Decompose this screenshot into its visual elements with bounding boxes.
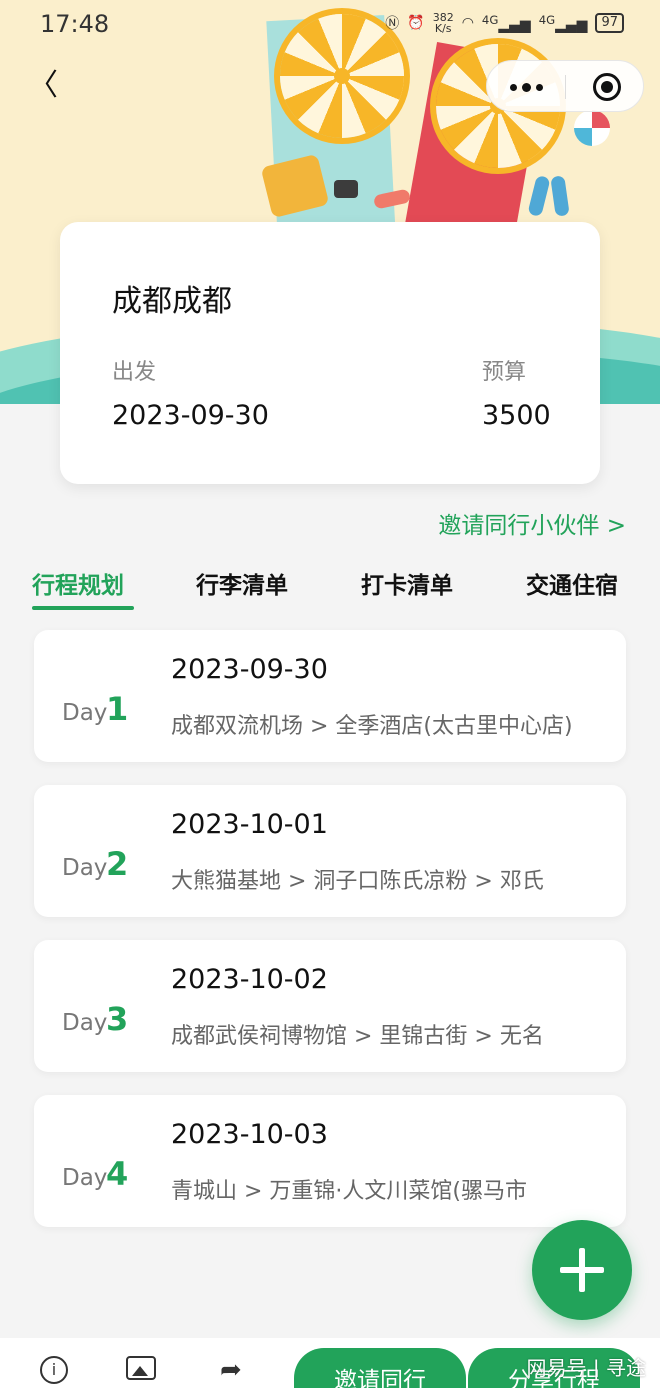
flip-flop-illustration — [527, 174, 551, 218]
wifi-icon: ◠ — [461, 15, 474, 31]
day-date: 2023-09-30 — [171, 654, 328, 685]
day-card[interactable]: Day 2 2023-10-01 大熊猫基地 > 洞子口陈氏凉粉 > 邓氏 — [34, 785, 626, 917]
share-icon[interactable]: ➦ — [220, 1356, 242, 1384]
day-number: 2 — [106, 845, 129, 883]
tab-luggage[interactable]: 行李清单 — [196, 566, 288, 600]
active-tab-indicator — [32, 606, 134, 610]
depart-date: 2023-09-30 — [112, 400, 269, 431]
add-day-button[interactable] — [532, 1220, 632, 1320]
network-speed: 382 K/s — [432, 11, 454, 35]
tab-transport-lodging[interactable]: 交通住宿 — [526, 566, 618, 600]
day-route: 成都双流机场 > 全季酒店(太古里中心店) — [171, 714, 573, 739]
signal-icon: 4G▂▄▆ — [538, 12, 588, 34]
day-route: 大熊猫基地 > 洞子口陈氏凉粉 > 邓氏 — [171, 869, 544, 894]
battery-icon: 97 — [595, 13, 624, 33]
day-label: Day — [62, 700, 108, 726]
day-card[interactable]: Day 3 2023-10-02 成都武侯祠博物馆 > 里锦古街 > 无名 — [34, 940, 626, 1072]
day-card[interactable]: Day 4 2023-10-03 青城山 > 万重锦·人文川菜馆(骡马市 — [34, 1095, 626, 1227]
day-label: Day — [62, 1165, 108, 1191]
nfc-icon: Ⓝ — [385, 16, 400, 32]
watermark: 网易号 | 寻途 — [526, 1356, 646, 1380]
depart-label: 出发 — [112, 360, 157, 385]
close-miniprogram-icon[interactable] — [593, 73, 621, 101]
budget-label: 预算 — [482, 360, 527, 385]
day-card[interactable]: Day 1 2023-09-30 成都双流机场 > 全季酒店(太古里中心店) — [34, 630, 626, 762]
day-label: Day — [62, 1010, 108, 1036]
invite-companions-button[interactable]: 邀请同行 — [294, 1348, 466, 1388]
alarm-icon: ⏰ — [407, 15, 425, 31]
day-date: 2023-10-01 — [171, 809, 328, 840]
status-icons: Ⓝ ⏰ 382 K/s ◠ 4G▂▄▆ 4G▂▄▆ 97 — [385, 12, 624, 34]
info-icon[interactable]: i — [40, 1356, 68, 1384]
trip-summary-card[interactable]: 成都成都 出发 预算 2023-09-30 3500 — [60, 222, 600, 484]
image-icon[interactable] — [126, 1356, 156, 1380]
budget-value: 3500 — [482, 400, 551, 431]
signal-icon: 4G▂▄▆ — [481, 12, 531, 34]
status-time: 17:48 — [40, 10, 110, 38]
day-route: 青城山 > 万重锦·人文川菜馆(骡马市 — [171, 1179, 527, 1204]
day-number: 4 — [106, 1155, 129, 1193]
capsule-divider — [565, 75, 566, 99]
day-date: 2023-10-02 — [171, 964, 328, 995]
tab-itinerary[interactable]: 行程规划 — [32, 566, 124, 600]
day-number: 1 — [106, 690, 129, 728]
invite-companions-link[interactable]: 邀请同行小伙伴 > — [438, 506, 626, 540]
beach-ball-illustration — [574, 110, 610, 146]
day-date: 2023-10-03 — [171, 1119, 328, 1150]
camera-illustration — [334, 180, 358, 198]
tab-bar: 行程规划 行李清单 打卡清单 交通住宿 — [32, 566, 632, 612]
tab-checkin[interactable]: 打卡清单 — [361, 566, 453, 600]
more-icon[interactable] — [487, 61, 565, 113]
back-button[interactable]: 〈 — [28, 66, 58, 106]
day-label: Day — [62, 855, 108, 881]
trip-title: 成都成都 — [112, 284, 232, 319]
miniprogram-capsule — [486, 60, 644, 112]
day-route: 成都武侯祠博物馆 > 里锦古街 > 无名 — [171, 1024, 544, 1049]
day-number: 3 — [106, 1000, 129, 1038]
flip-flop-illustration — [550, 175, 570, 217]
